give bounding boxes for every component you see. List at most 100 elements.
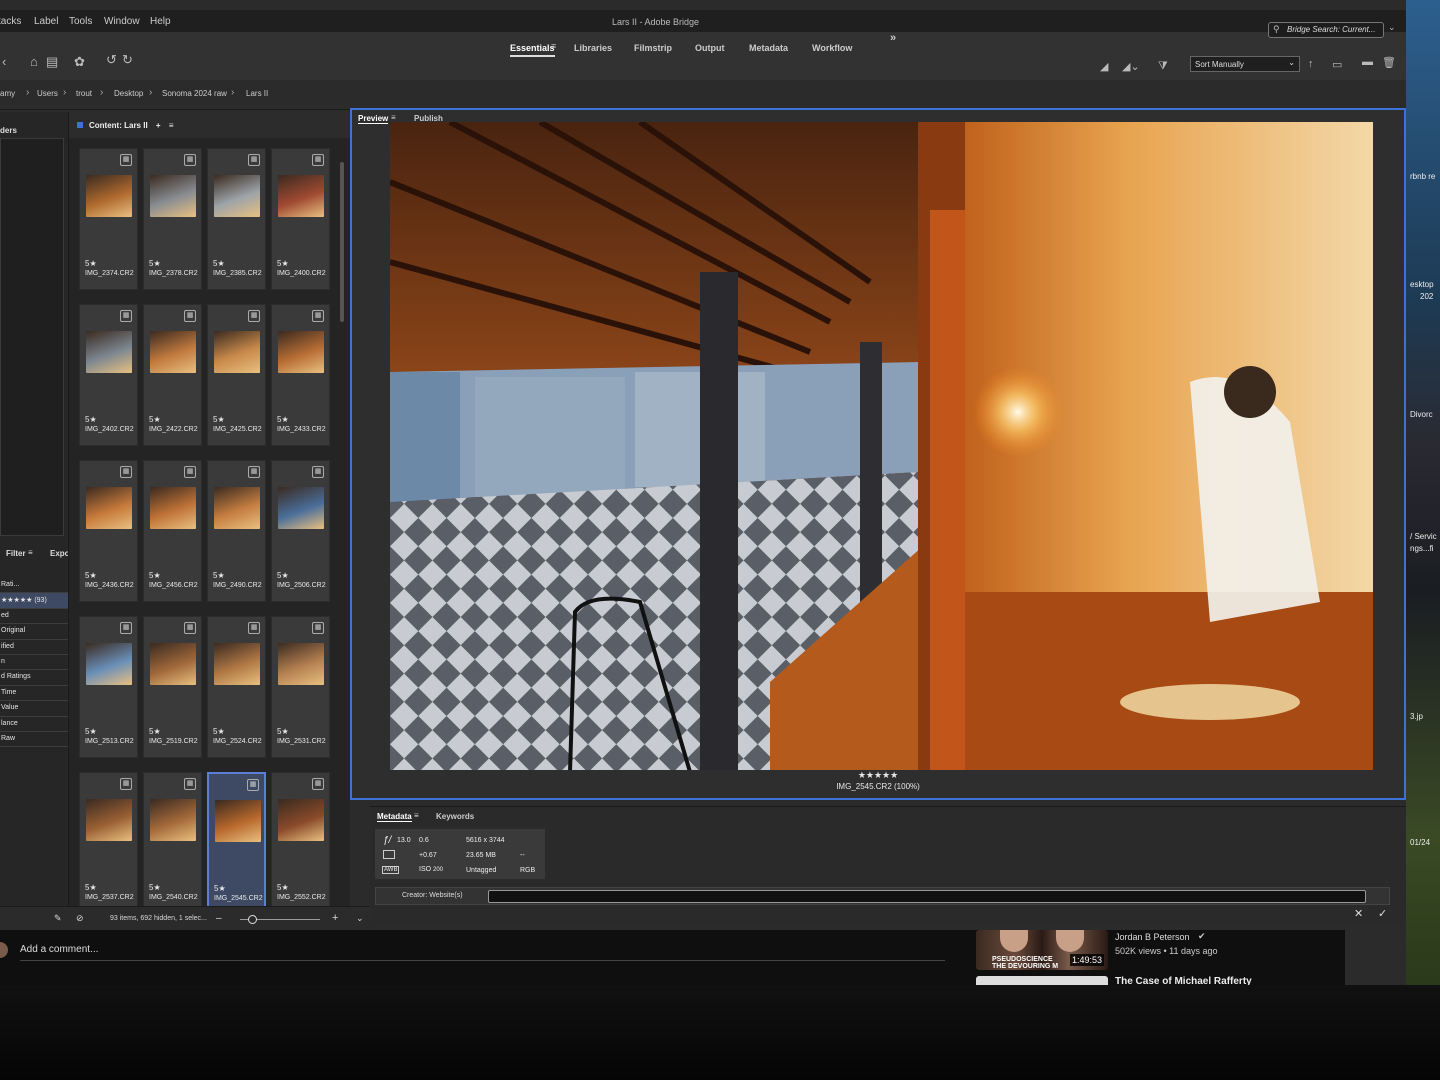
thumbnail[interactable]: ▦ 5★ IMG_2531.CR2 [271,616,330,758]
thumbnail-rating[interactable]: 5★ [85,883,97,892]
quality-icon[interactable]: ◢ [1100,60,1108,73]
thumbnail[interactable]: ▦ 5★ IMG_2402.CR2 [79,304,138,446]
open-recent-icon[interactable]: ▭ [1332,58,1342,71]
thumbnail[interactable]: ▦ 5★ IMG_2456.CR2 [143,460,202,602]
filter-row[interactable]: Value [0,701,78,717]
workspace-workflow[interactable]: Workflow [812,43,852,53]
filter-row[interactable]: ed [0,609,78,625]
thumbnail-rating[interactable]: 5★ [85,571,97,580]
tab-metadata[interactable]: Metadata [377,812,412,822]
workspace-essentials[interactable]: Essentials [510,43,555,57]
filter-tab[interactable]: Filter [6,549,26,558]
close-icon[interactable]: ✕ [1354,907,1363,920]
filter-row[interactable]: Original [0,624,78,640]
breadcrumb-trout[interactable]: trout [76,89,92,98]
chevron-down-icon[interactable]: ⌄ [1388,22,1396,33]
thumbnail-rating[interactable]: 5★ [149,415,161,424]
thumbnail-rating[interactable]: 5★ [213,415,225,424]
thumbnail-rating[interactable]: 5★ [214,884,226,893]
filter-row[interactable]: lance [0,717,78,732]
filter-row[interactable]: ified [0,640,78,655]
folders-list[interactable] [0,138,64,536]
zoom-out-icon[interactable]: – [216,913,222,924]
workspace-libraries[interactable]: Libraries [574,43,612,53]
breadcrumb-users[interactable]: Users [37,89,58,98]
thumbnail[interactable]: ▦ 5★ IMG_2506.CR2 [271,460,330,602]
export-tab[interactable]: Expo [50,549,70,558]
thumbnail-rating[interactable]: 5★ [149,883,161,892]
thumbnail[interactable]: ▦ 5★ IMG_2545.CR2 [207,772,266,914]
menu-help[interactable]: Help [150,16,171,27]
folders-tab[interactable]: ders [0,126,17,135]
thumbnail[interactable]: ▦ 5★ IMG_2537.CR2 [79,772,138,914]
thumbnail-rating[interactable]: 5★ [149,259,161,268]
breadcrumb-desktop[interactable]: Desktop [114,89,143,98]
menu-lines-icon[interactable]: ≡ [551,41,556,51]
more-workspaces-icon[interactable]: » [890,32,896,44]
menu-window[interactable]: Window [104,16,140,27]
thumbnail[interactable]: ▦ 5★ IMG_2425.CR2 [207,304,266,446]
thumbnail[interactable]: ▦ 5★ IMG_2378.CR2 [143,148,202,290]
workspace-metadata[interactable]: Metadata [749,43,788,53]
rating-stars[interactable]: ★★★★★ [352,770,1404,781]
thumbnail[interactable]: ▦ 5★ IMG_2374.CR2 [79,148,138,290]
next-thumbnail[interactable] [976,976,1108,985]
add-tab-icon[interactable]: + [156,121,161,130]
filter-row[interactable]: d Ratings [0,670,78,686]
sort-ascending-icon[interactable]: ↑ [1308,58,1314,70]
batch-icon[interactable]: ▤ [46,54,58,70]
thumbnail[interactable]: ▦ 5★ IMG_2422.CR2 [143,304,202,446]
filter-row-ratings[interactable]: Rati... [0,578,78,594]
thumbnail-rating[interactable]: 5★ [85,259,97,268]
filter-row[interactable]: Time [0,686,78,702]
breadcrumb-sonoma[interactable]: Sonoma 2024 raw [162,89,227,98]
back-icon[interactable]: ‹ [2,54,6,69]
thumbnail-rating[interactable]: 5★ [213,259,225,268]
search-input[interactable]: Bridge Search: Current... [1268,22,1384,38]
zoom-in-icon[interactable]: + [332,912,338,924]
thumbnail-rating[interactable]: 5★ [277,571,289,580]
scrollbar[interactable] [340,162,344,322]
thumbnail[interactable]: ▦ 5★ IMG_2540.CR2 [143,772,202,914]
rating-filter-icon[interactable]: ◢⌄ [1122,60,1140,73]
trash-icon[interactable]: 🗑 [1382,56,1396,69]
workspace-output[interactable]: Output [695,43,725,53]
comment-input[interactable]: Add a comment... [20,944,98,955]
sort-dropdown[interactable]: Sort Manually ⌄ [1190,56,1300,72]
thumbnail[interactable]: ▦ 5★ IMG_2524.CR2 [207,616,266,758]
thumbnail-rating[interactable]: 5★ [213,727,225,736]
zoom-slider-handle[interactable] [248,915,257,924]
channel-name[interactable]: Jordan B Peterson [1115,932,1190,942]
no-icon[interactable]: ⊘ [76,913,84,924]
thumbnail[interactable]: ▦ 5★ IMG_2385.CR2 [207,148,266,290]
menu-lines-icon[interactable]: ≡ [28,548,33,557]
chevron-down-icon[interactable]: ⌄ [356,913,364,924]
thumbnail-rating[interactable]: 5★ [85,727,97,736]
thumbnail-rating[interactable]: 5★ [277,415,289,424]
menu-stacks[interactable]: tacks [0,16,21,27]
thumbnail-rating[interactable]: 5★ [149,571,161,580]
thumbnail-rating[interactable]: 5★ [277,727,289,736]
filter-row-five-stars[interactable]: ★★★★★ (93) [0,593,78,609]
breadcrumb-lars[interactable]: Lars II [246,89,268,98]
thumbnail-rating[interactable]: 5★ [277,259,289,268]
thumbnail[interactable]: ▦ 5★ IMG_2552.CR2 [271,772,330,914]
thumbnail-rating[interactable]: 5★ [213,571,225,580]
camera-icon[interactable]: ⌂ [30,54,38,69]
thumbnail[interactable]: ▦ 5★ IMG_2519.CR2 [143,616,202,758]
creator-field[interactable] [488,890,1366,903]
thumbnail-rating[interactable]: 5★ [85,415,97,424]
next-video-title[interactable]: The Case of Michael Rafferty [1115,976,1252,985]
thumbnail[interactable]: ▦ 5★ IMG_2513.CR2 [79,616,138,758]
rotate-left-icon[interactable]: ↺ [106,52,117,68]
thumbnail[interactable]: ▦ 5★ IMG_2436.CR2 [79,460,138,602]
filter-row[interactable]: Raw [0,732,78,748]
workspace-filmstrip[interactable]: Filmstrip [634,43,672,53]
pin-icon[interactable]: ✎ [54,913,62,924]
menu-label[interactable]: Label [34,16,58,27]
new-folder-icon[interactable]: ▬ [1362,56,1373,68]
breadcrumb-amy[interactable]: amy [0,89,15,98]
thumbnail[interactable]: ▦ 5★ IMG_2433.CR2 [271,304,330,446]
filter-row[interactable]: n [0,655,78,671]
tab-keywords[interactable]: Keywords [436,812,474,821]
